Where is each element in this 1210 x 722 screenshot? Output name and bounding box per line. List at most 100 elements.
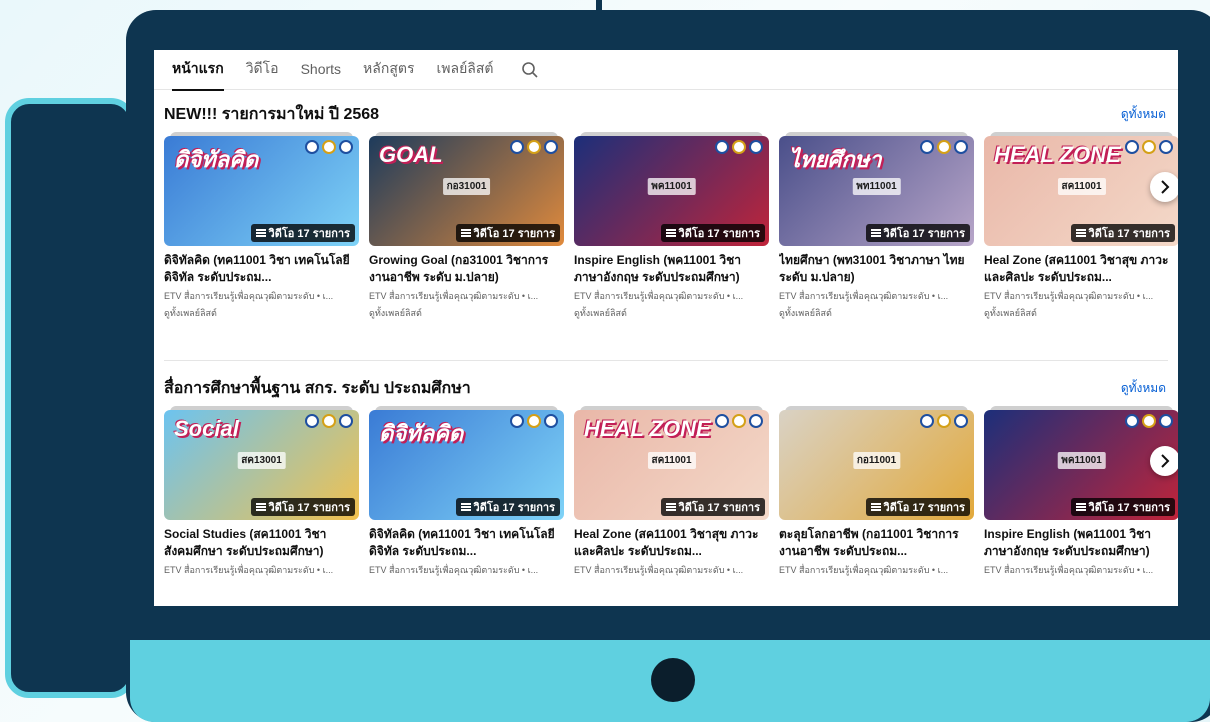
thumbnail[interactable]: ดิจิทัลคิดวิดีโอ 17 รายการ bbox=[164, 136, 359, 246]
thumbnail-title: Social bbox=[174, 416, 239, 441]
section-divider bbox=[164, 360, 1168, 361]
logo-icon bbox=[527, 414, 541, 428]
thumbnail[interactable]: พค11001 วิดีโอ 17 รายการ bbox=[984, 410, 1178, 520]
chevron-right-icon bbox=[1161, 180, 1170, 194]
playlist-title[interactable]: Growing Goal (กอ31001 วิชาการงานอาชีพ ระ… bbox=[369, 252, 564, 286]
thumbnail[interactable]: HEAL ZONE สค11001 วิดีโอ 17 รายการ bbox=[574, 410, 769, 520]
thumbnail-course-code: สค11001 bbox=[1057, 178, 1106, 195]
video-count-badge: วิดีโอ 17 รายการ bbox=[865, 224, 970, 242]
search-icon[interactable] bbox=[520, 60, 540, 80]
channel-name[interactable]: ETV สื่อการเรียนรู้เพื่อคุณวุฒิตามระดับ … bbox=[984, 289, 1178, 303]
power-button bbox=[651, 658, 695, 702]
playlist-title[interactable]: Inspire English (พค11001 วิชา ภาษาอังกฤษ… bbox=[574, 252, 769, 286]
video-count-label: วิดีโอ 17 รายการ bbox=[473, 502, 555, 514]
video-count-label: วิดีโอ 17 รายการ bbox=[268, 502, 350, 514]
thumbnail-stack: ไทยศึกษา พท11001 วิดีโอ 17 รายการ bbox=[779, 132, 974, 246]
logo-icon bbox=[920, 140, 934, 154]
playlist-card[interactable]: กอ11001 วิดีโอ 17 รายการตะลุยโลกอาชีพ (กอ… bbox=[779, 406, 974, 577]
tab-playlists[interactable]: เพลย์ลิสต์ bbox=[437, 50, 494, 91]
thumbnail[interactable]: ดิจิทัลคิด วิดีโอ 17 รายการ bbox=[369, 410, 564, 520]
next-arrow-button[interactable] bbox=[1150, 446, 1178, 476]
playlist-title[interactable]: ตะลุยโลกอาชีพ (กอ11001 วิชาการงานอาชีพ ร… bbox=[779, 526, 974, 560]
thumbnail-title: HEAL ZONE bbox=[994, 142, 1121, 167]
channel-name[interactable]: ETV สื่อการเรียนรู้เพื่อคุณวุฒิตามระดับ … bbox=[574, 563, 769, 577]
channel-name[interactable]: ETV สื่อการเรียนรู้เพื่อคุณวุฒิตามระดับ … bbox=[984, 563, 1178, 577]
view-all-link[interactable]: ดูทั้งหมด bbox=[1121, 105, 1174, 124]
channel-tabs: หน้าแรก วิดีโอ Shorts หลักสูตร เพลย์ลิสต… bbox=[154, 50, 1178, 91]
logo-icon bbox=[1159, 140, 1173, 154]
thumbnail-title: HEAL ZONE bbox=[584, 416, 711, 441]
thumbnail-stack: พค11001 วิดีโอ 17 รายการ bbox=[984, 406, 1178, 520]
playlist-card[interactable]: HEAL ZONE สค11001 วิดีโอ 17 รายการ Heal Zon… bbox=[574, 406, 769, 577]
thumbnail-title: ดิจิทัลคิด bbox=[174, 147, 259, 172]
video-count-label: วิดีโอ 17 รายการ bbox=[1088, 502, 1170, 514]
playlist-card[interactable]: ไทยศึกษา พท11001 วิดีโอ 17 รายการไทยศึกษา … bbox=[779, 132, 974, 320]
tab-courses[interactable]: หลักสูตร bbox=[363, 50, 414, 91]
view-all-link[interactable]: ดูทั้งหมด bbox=[1121, 379, 1174, 398]
playlist-icon bbox=[255, 229, 266, 237]
playlist-icon bbox=[870, 229, 881, 237]
view-full-playlist-link[interactable]: ดูทั้งเพลย์ลิสต์ bbox=[779, 306, 974, 320]
tab-videos[interactable]: วิดีโอ bbox=[246, 50, 279, 91]
logo-icon bbox=[937, 414, 951, 428]
logo-icon bbox=[1142, 414, 1156, 428]
channel-name[interactable]: ETV สื่อการเรียนรู้เพื่อคุณวุฒิตามระดับ … bbox=[779, 563, 974, 577]
view-full-playlist-link[interactable]: ดูทั้งเพลย์ลิสต์ bbox=[164, 306, 359, 320]
video-count-badge: วิดีโอ 17 รายการ bbox=[1070, 498, 1175, 516]
tab-home[interactable]: หน้าแรก bbox=[172, 50, 224, 91]
view-full-playlist-link[interactable]: ดูทั้งเพลย์ลิสต์ bbox=[369, 306, 564, 320]
tab-shorts[interactable]: Shorts bbox=[301, 51, 341, 88]
logo-icon bbox=[937, 140, 951, 154]
thumbnail[interactable]: ไทยศึกษา พท11001 วิดีโอ 17 รายการ bbox=[779, 136, 974, 246]
playlist-icon bbox=[255, 503, 266, 511]
thumbnail[interactable]: Social สค13001 วิดีโอ 17 รายการ bbox=[164, 410, 359, 520]
view-full-playlist-link[interactable]: ดูทั้งเพลย์ลิสต์ bbox=[574, 306, 769, 320]
next-arrow-button[interactable] bbox=[1150, 172, 1178, 202]
playlist-title[interactable]: Heal Zone (สค11001 วิชาสุข ภาวะและศิลปะ … bbox=[574, 526, 769, 560]
thumbnail[interactable]: HEAL ZONE สค11001 วิดีโอ 17 รายการ bbox=[984, 136, 1178, 246]
video-count-label: วิดีโอ 17 รายการ bbox=[883, 502, 965, 514]
playlist-icon bbox=[1075, 503, 1086, 511]
partner-logos bbox=[715, 414, 763, 428]
channel-name[interactable]: ETV สื่อการเรียนรู้เพื่อคุณวุฒิตามระดับ … bbox=[164, 289, 359, 303]
video-count-badge: วิดีโอ 17 รายการ bbox=[865, 498, 970, 516]
playlist-card[interactable]: HEAL ZONE สค11001 วิดีโอ 17 รายการ Heal Zon… bbox=[984, 132, 1178, 320]
video-count-label: วิดีโอ 17 รายการ bbox=[268, 228, 350, 240]
playlist-card[interactable]: ดิจิทัลคิดวิดีโอ 17 รายการดิจิทัลคิด (ทค… bbox=[164, 132, 359, 320]
video-count-badge: วิดีโอ 17 รายการ bbox=[250, 224, 355, 242]
channel-name[interactable]: ETV สื่อการเรียนรู้เพื่อคุณวุฒิตามระดับ … bbox=[164, 563, 359, 577]
video-count-label: วิดีโอ 17 รายการ bbox=[1088, 228, 1170, 240]
logo-icon bbox=[305, 140, 319, 154]
playlist-icon bbox=[460, 229, 471, 237]
thumbnail[interactable]: กอ11001 วิดีโอ 17 รายการ bbox=[779, 410, 974, 520]
thumbnail-stack: กอ11001 วิดีโอ 17 รายการ bbox=[779, 406, 974, 520]
playlist-card[interactable]: Social สค13001 วิดีโอ 17 รายการ Social Stud… bbox=[164, 406, 359, 577]
video-count-label: วิดีโอ 17 รายการ bbox=[883, 228, 965, 240]
thumbnail[interactable]: GOAL กอ31001 วิดีโอ 17 รายการ bbox=[369, 136, 564, 246]
playlist-card[interactable]: พค11001 วิดีโอ 17 รายการ Inspire English (… bbox=[574, 132, 769, 320]
playlist-title[interactable]: ไทยศึกษา (พท31001 วิชาภาษา ไทย ระดับ ม.ป… bbox=[779, 252, 974, 286]
thumbnail[interactable]: พค11001 วิดีโอ 17 รายการ bbox=[574, 136, 769, 246]
playlist-card[interactable]: ดิจิทัลคิด วิดีโอ 17 รายการดิจิทัลคิด (ทค… bbox=[369, 406, 564, 577]
playlist-title[interactable]: ดิจิทัลคิด (ทค11001 วิชา เทคโนโลยีดิจิทั… bbox=[369, 526, 564, 560]
channel-name[interactable]: ETV สื่อการเรียนรู้เพื่อคุณวุฒิตามระดับ … bbox=[779, 289, 974, 303]
section-title: NEW!!! รายการมาใหม่ ปี 2568 bbox=[164, 105, 380, 123]
channel-name[interactable]: ETV สื่อการเรียนรู้เพื่อคุณวุฒิตามระดับ … bbox=[574, 289, 769, 303]
logo-icon bbox=[1159, 414, 1173, 428]
logo-icon bbox=[322, 140, 336, 154]
video-count-label: วิดีโอ 17 รายการ bbox=[678, 502, 760, 514]
view-full-playlist-link[interactable]: ดูทั้งเพลย์ลิสต์ bbox=[984, 306, 1178, 320]
logo-icon bbox=[1125, 140, 1139, 154]
logo-icon bbox=[732, 414, 746, 428]
thumbnail-course-code: พค11001 bbox=[647, 178, 696, 195]
playlist-card[interactable]: พค11001 วิดีโอ 17 รายการ Inspire English (… bbox=[984, 406, 1178, 577]
playlist-title[interactable]: Social Studies (สค11001 วิชา สังคมศึกษา … bbox=[164, 526, 359, 560]
thumbnail-course-code: กอ31001 bbox=[442, 178, 491, 195]
channel-name[interactable]: ETV สื่อการเรียนรู้เพื่อคุณวุฒิตามระดับ … bbox=[369, 563, 564, 577]
channel-name[interactable]: ETV สื่อการเรียนรู้เพื่อคุณวุฒิตามระดับ … bbox=[369, 289, 564, 303]
playlist-title[interactable]: ดิจิทัลคิด (ทค11001 วิชา เทคโนโลยีดิจิทั… bbox=[164, 252, 359, 286]
playlist-title[interactable]: Heal Zone (สค11001 วิชาสุข ภาวะและศิลปะ … bbox=[984, 252, 1178, 286]
playlist-card[interactable]: GOAL กอ31001 วิดีโอ 17 รายการ Growing Goal … bbox=[369, 132, 564, 320]
playlist-title[interactable]: Inspire English (พค11001 วิชา ภาษาอังกฤษ… bbox=[984, 526, 1178, 560]
playlist-icon bbox=[460, 503, 471, 511]
